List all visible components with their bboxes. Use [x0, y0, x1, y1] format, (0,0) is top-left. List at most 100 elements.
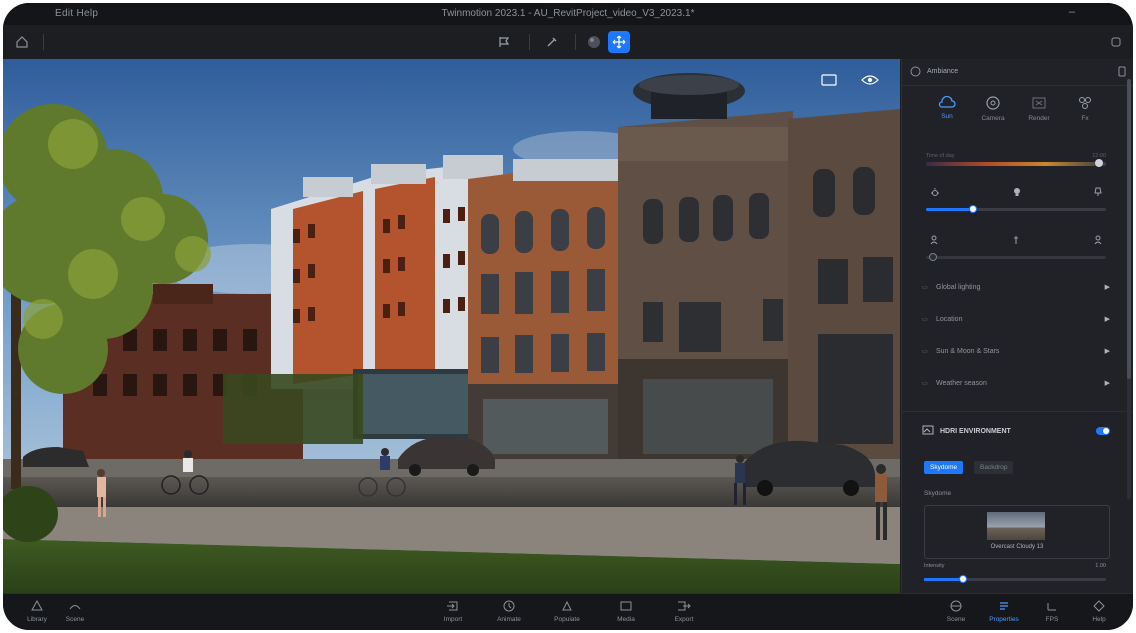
flag-icon[interactable] [493, 31, 515, 53]
fx-icon [1079, 97, 1091, 109]
panel-scrollbar[interactable] [1127, 79, 1131, 499]
bottom-label: Export [674, 616, 694, 623]
hdri-label: HDRI ENVIRONMENT [940, 427, 1011, 435]
people-icon[interactable] [930, 235, 940, 247]
import-button[interactable]: Import [433, 600, 473, 623]
ambiance-tabs: Sun Camera Render Fx [926, 95, 1106, 122]
hdri-preset-name: Overcast Cloudy 13 [990, 544, 1044, 550]
home-icon[interactable] [11, 31, 33, 53]
export-button[interactable]: Export [664, 600, 704, 623]
hdri-icon [922, 425, 934, 437]
sun-intensity-slider[interactable] [926, 205, 1106, 213]
hdri-environment-row: HDRI ENVIRONMENT [922, 421, 1110, 441]
fps-button[interactable]: FPS [1032, 600, 1072, 623]
render-icon [1032, 97, 1046, 109]
expand-icon: ▭ [922, 316, 928, 323]
populate-button[interactable]: Populate [547, 600, 587, 623]
intensity-label: Intensity [924, 563, 945, 569]
panel-header: Ambiance [902, 59, 1133, 86]
tab-sun[interactable]: Sun [926, 95, 968, 122]
title-bar: Edit Help Twinmotion 2023.1 - AU_RevitPr… [3, 3, 1133, 25]
section-label: Location [936, 315, 963, 323]
time-of-day-label: Time of day [926, 153, 955, 159]
move-icon[interactable] [608, 31, 630, 53]
scene-button[interactable]: Scene [55, 600, 95, 623]
chevron-right-icon: ▶ [1104, 316, 1110, 323]
pin-icon[interactable] [1012, 235, 1020, 247]
sunrise-icon[interactable] [930, 187, 940, 199]
hdri-preset-card[interactable]: Overcast Cloudy 13 [924, 505, 1110, 559]
minimize-button[interactable]: – [1069, 6, 1075, 18]
properties-panel: Ambiance Sun Camera Render Fx Time of da… [901, 59, 1133, 593]
bottom-label: Properties [989, 616, 1019, 623]
group-icon[interactable] [1092, 235, 1102, 247]
exposure-presets [926, 235, 1106, 249]
user-icon[interactable] [1105, 31, 1127, 53]
intensity-row: Intensity 1.00 [924, 563, 1106, 569]
bottom-label: Scene [946, 616, 966, 623]
expand-icon: ▭ [922, 348, 928, 355]
lamp-icon[interactable] [1094, 187, 1102, 199]
scene-render [3, 59, 900, 593]
chevron-right-icon: ▶ [1104, 284, 1110, 291]
mode-skydome-button[interactable]: Skydome [924, 461, 964, 474]
cloud-icon [938, 95, 956, 108]
properties-icon [1000, 602, 1008, 610]
tab-camera[interactable]: Camera [972, 95, 1014, 122]
time-of-day-slider[interactable] [926, 159, 1106, 167]
section-location[interactable]: ▭ Location ▶ [922, 309, 1110, 329]
section-global-lighting[interactable]: ▭ Global lighting ▶ [922, 277, 1110, 297]
help-button[interactable]: Help [1079, 600, 1119, 623]
media-button[interactable]: Media [606, 600, 646, 623]
viewport-display-icon[interactable] [821, 73, 837, 91]
panel-divider [902, 411, 1133, 412]
window-title: Twinmotion 2023.1 - AU_RevitProject_vide… [441, 8, 695, 19]
tab-label: Fx [1081, 115, 1089, 122]
bottom-label: FPS [1045, 616, 1059, 623]
tab-label: Camera [981, 115, 1005, 122]
light-presets [926, 187, 1106, 201]
fps-icon [1047, 603, 1056, 611]
animate-button[interactable]: Animate [489, 600, 529, 623]
exposure-slider[interactable] [926, 253, 1106, 261]
viewport-3d[interactable] [3, 59, 900, 593]
ambiance-icon [910, 66, 921, 79]
bottom-label: Media [617, 616, 635, 623]
section-label: Global lighting [936, 283, 981, 291]
help-icon [1093, 600, 1105, 612]
bottom-label: Scene [65, 616, 85, 623]
scrollbar-thumb[interactable] [1127, 79, 1131, 379]
scene-globe-button[interactable]: Scene [936, 600, 976, 623]
panel-title: Ambiance [927, 68, 959, 75]
bottom-label: Help [1092, 616, 1106, 623]
library-button[interactable]: Library [17, 600, 57, 623]
import-icon [447, 601, 458, 611]
mode-backdrop-button[interactable]: Backdrop [974, 461, 1014, 474]
tab-fx[interactable]: Fx [1064, 95, 1106, 122]
sphere-icon[interactable] [583, 31, 605, 53]
expand-icon: ▭ [922, 380, 928, 387]
toolbar-divider [43, 34, 44, 50]
brush-icon[interactable] [541, 31, 563, 53]
bottom-label: Import [443, 616, 463, 623]
bulb-icon[interactable] [1012, 187, 1022, 199]
app-window: Edit Help Twinmotion 2023.1 - AU_RevitPr… [3, 3, 1133, 630]
bottom-label: Populate [554, 616, 580, 623]
scene-icon [69, 605, 81, 610]
section-sun-moon-stars[interactable]: ▭ Sun & Moon & Stars ▶ [922, 341, 1110, 361]
tab-render[interactable]: Render [1018, 95, 1060, 122]
section-weather-season[interactable]: ▭ Weather season ▶ [922, 373, 1110, 393]
media-icon [620, 601, 632, 611]
main-toolbar [3, 25, 1133, 60]
intensity-slider[interactable] [924, 575, 1106, 583]
tab-label: Sun [941, 113, 953, 120]
intensity-value: 1.00 [1095, 563, 1106, 569]
viewport-eye-icon[interactable] [861, 73, 879, 91]
hdri-toggle[interactable] [1096, 427, 1110, 435]
chevron-right-icon: ▶ [1104, 380, 1110, 387]
properties-button[interactable]: Properties [984, 600, 1024, 623]
bottom-label: Animate [497, 616, 521, 623]
panel-options-icon[interactable] [1118, 66, 1126, 79]
toolbar-divider [529, 34, 530, 50]
library-icon [31, 600, 43, 611]
